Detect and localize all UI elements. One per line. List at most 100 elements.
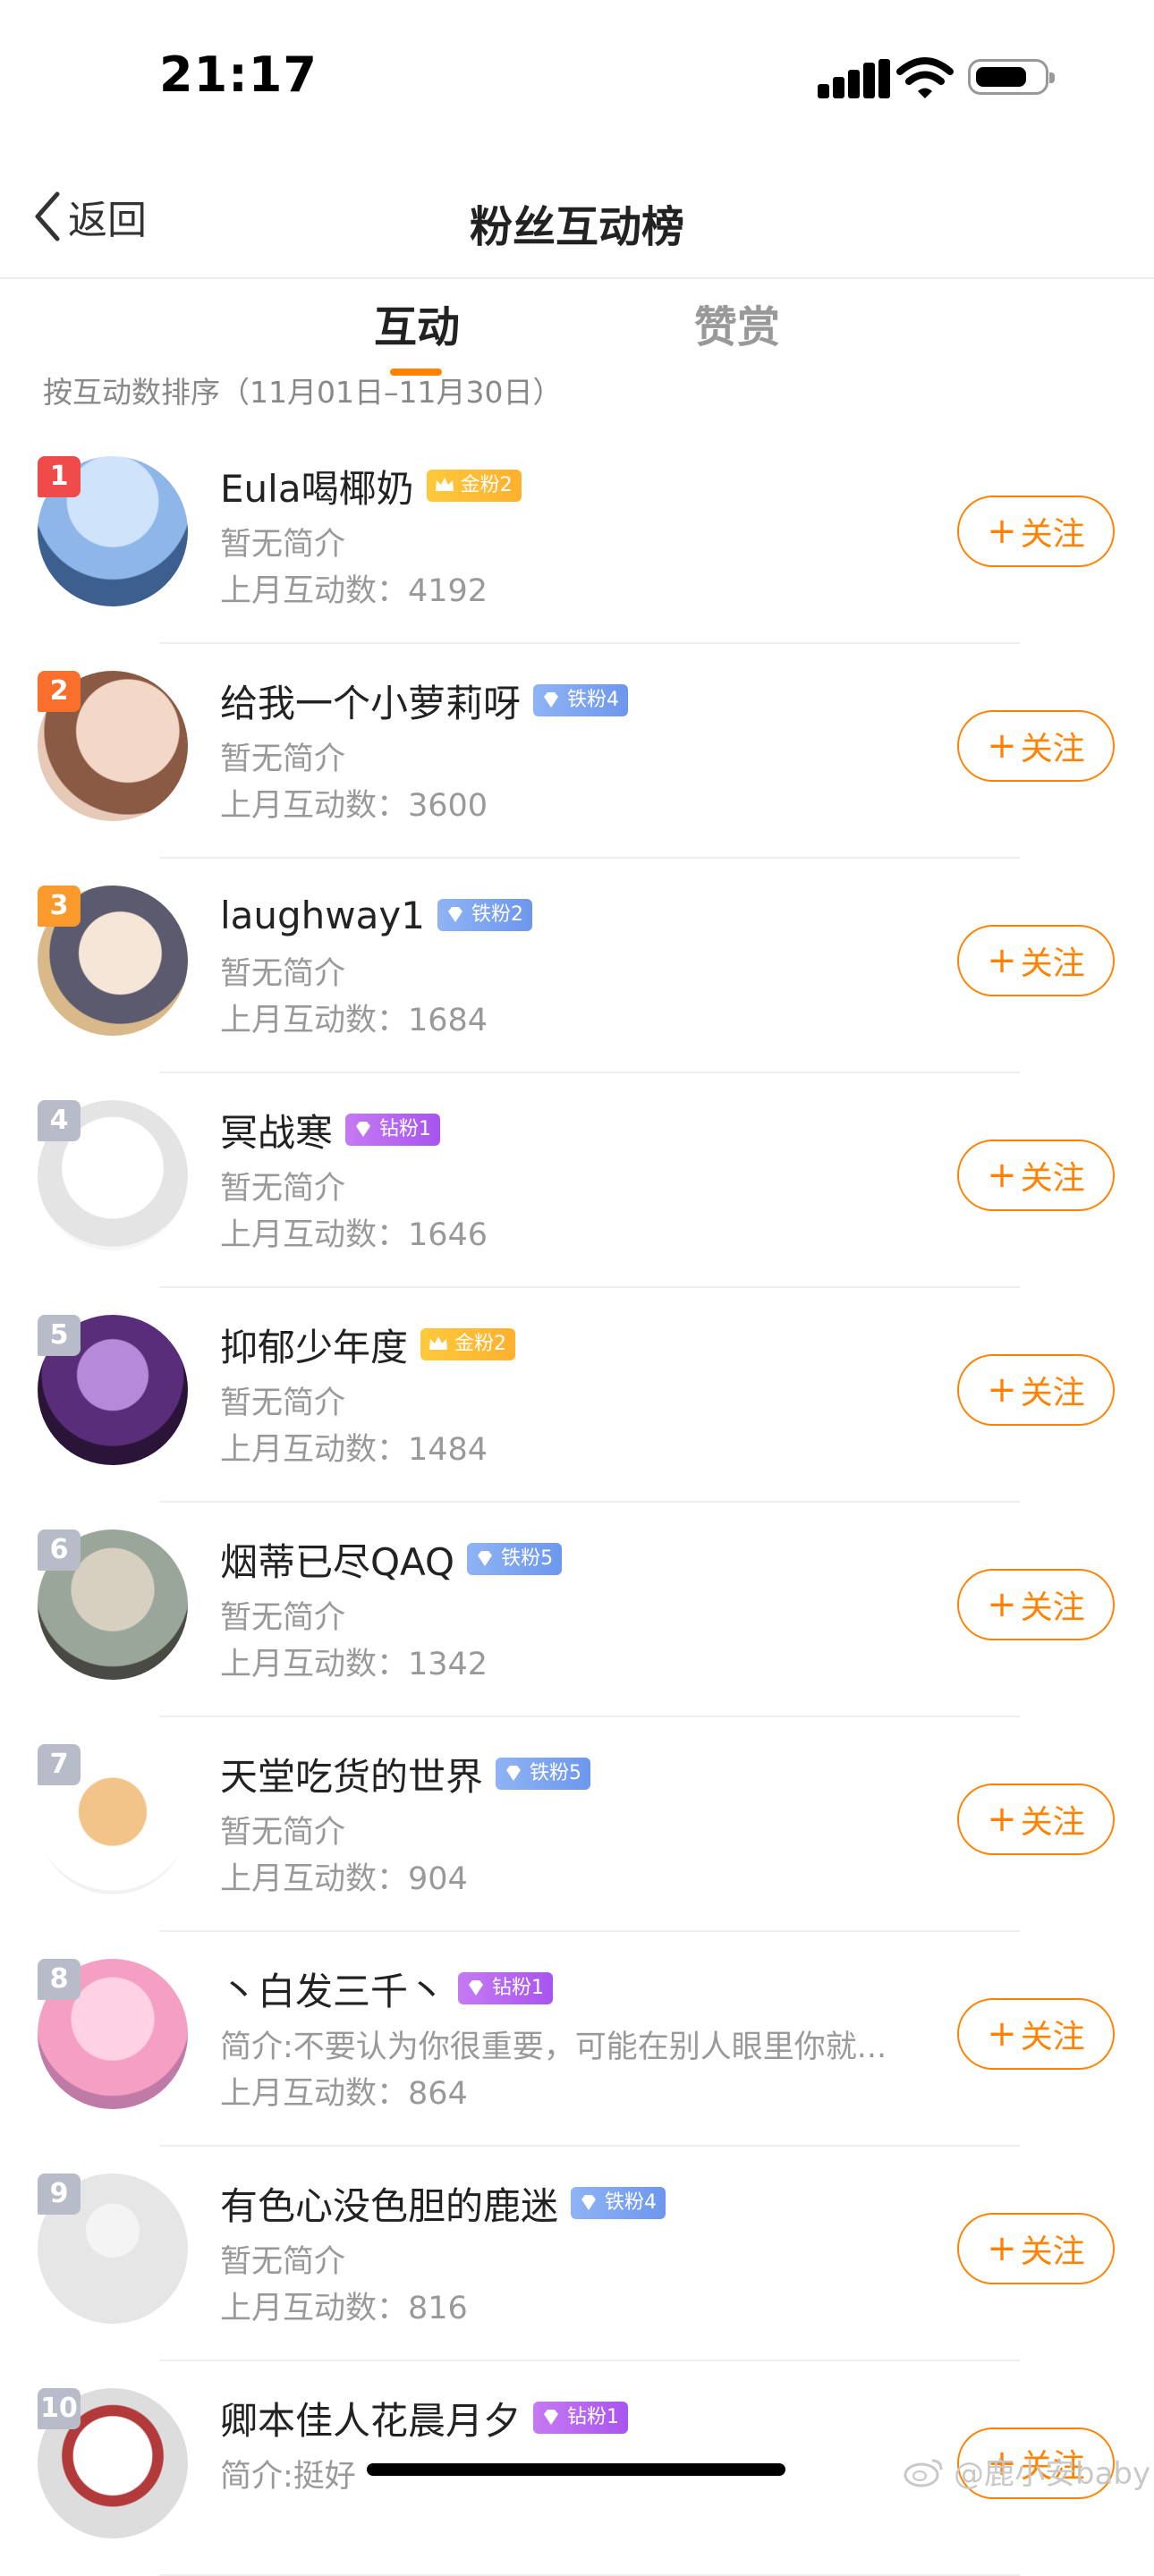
- follow-button[interactable]: + 关注: [957, 2213, 1115, 2284]
- rank-badge: 6: [38, 1530, 81, 1571]
- badge-label: 钻粉1: [567, 2406, 620, 2428]
- plus-icon: +: [987, 725, 1017, 767]
- crown-icon: [435, 478, 454, 491]
- follow-button[interactable]: + 关注: [957, 1140, 1115, 1211]
- fan-level-badge: 铁粉4: [533, 684, 629, 716]
- badge-label: 铁粉4: [605, 2191, 658, 2214]
- fan-name[interactable]: 天堂吃货的世界: [220, 1747, 483, 1801]
- list-item[interactable]: 3 laughway1 铁粉2 暂无简介上月互动数：1684 + 关注: [0, 859, 1154, 1073]
- follow-label: 关注: [1020, 1375, 1085, 1411]
- follow-label: 关注: [1020, 1804, 1085, 1841]
- follow-button[interactable]: + 关注: [957, 710, 1115, 782]
- list-item[interactable]: 4 冥战寒 钻粉1 暂无简介 上月互动数：1646 + 关注: [0, 1073, 1154, 1288]
- diamond-icon: [356, 1122, 371, 1137]
- wifi-icon: [896, 57, 954, 98]
- interaction-count: 上月互动数：1684: [220, 1003, 488, 1038]
- home-indicator[interactable]: [367, 2463, 785, 2476]
- status-bar: 21:17: [0, 0, 1154, 152]
- badge-label: 铁粉5: [530, 1762, 582, 1784]
- follow-button[interactable]: + 关注: [957, 925, 1115, 996]
- fan-name[interactable]: 抑郁少年度: [220, 1318, 408, 1372]
- fan-level-badge: 铁粉4: [571, 2187, 666, 2219]
- diamond-icon: [447, 907, 462, 922]
- interaction-count: 上月互动数：4192: [220, 573, 488, 609]
- fan-level-badge: 钻粉1: [533, 2402, 629, 2434]
- fan-name[interactable]: 丶白发三千丶: [220, 1962, 445, 2016]
- crown-icon: [429, 1336, 448, 1350]
- name-line: Eula喝椰奶 金粉2: [220, 458, 522, 513]
- page-title: 粉丝互动榜: [469, 202, 684, 252]
- fan-level-badge: 钻粉1: [345, 1114, 441, 1146]
- plus-icon: +: [987, 940, 1017, 981]
- fan-name[interactable]: 冥战寒: [220, 1103, 333, 1157]
- diamond-icon: [506, 1766, 522, 1781]
- list-item[interactable]: 2 给我一个小萝莉呀 铁粉4 暂无简介 上月互动数：3600 + 关注: [0, 644, 1154, 859]
- follow-button[interactable]: + 关注: [957, 1998, 1115, 2070]
- list-item[interactable]: 5 抑郁少年度 金粉2 暂无简介 上月互动数：1484 + 关注: [0, 1288, 1154, 1503]
- follow-label: 关注: [1020, 2019, 1085, 2055]
- navigation-bar: 返回 粉丝互动榜: [0, 152, 1154, 279]
- badge-label: 铁粉5: [501, 1547, 554, 1570]
- tab-bar: 互动 赞赏: [0, 279, 1154, 377]
- fan-name[interactable]: 卿本佳人花晨月夕: [220, 2391, 521, 2445]
- fan-bio: 暂无简介: [220, 956, 346, 992]
- fan-name[interactable]: 烟蒂已尽QAQ: [220, 1532, 454, 1587]
- name-line: laughway1 铁粉2: [220, 887, 532, 943]
- name-line: 烟蒂已尽QAQ 铁粉5: [220, 1531, 563, 1587]
- name-line: 天堂吃货的世界 铁粉5: [220, 1746, 591, 1801]
- battery-icon: [968, 59, 1055, 95]
- fan-name[interactable]: Eula喝椰奶: [220, 459, 414, 513]
- badge-label: 金粉2: [460, 474, 513, 496]
- badge-label: 铁粉2: [471, 903, 523, 926]
- interaction-count: 上月互动数：1342: [220, 1647, 488, 1682]
- plus-icon: +: [987, 1584, 1017, 1625]
- follow-button[interactable]: + 关注: [957, 1569, 1115, 1640]
- rank-badge: 2: [38, 671, 81, 712]
- name-line: 有色心没色胆的鹿迷 铁粉4: [220, 2175, 666, 2231]
- plus-icon: +: [987, 1155, 1017, 1196]
- follow-label: 关注: [1020, 2233, 1085, 2270]
- fan-level-badge: 铁粉5: [467, 1543, 563, 1575]
- name-line: 丶白发三千丶 钻粉1: [220, 1961, 554, 2016]
- name-line: 冥战寒 钻粉1: [220, 1102, 441, 1157]
- watermark-text: @鹿小安baby: [954, 2456, 1151, 2492]
- fan-bio: 暂无简介: [220, 1385, 346, 1421]
- diamond-icon: [478, 1551, 493, 1566]
- list-item[interactable]: 1 Eula喝椰奶 金粉2 暂无简介 上月互动数：4192 + 关注: [0, 429, 1154, 644]
- interaction-count: 上月互动数：1484: [220, 1432, 488, 1468]
- rank-badge: 10: [38, 2388, 81, 2429]
- list-item[interactable]: 7 天堂吃货的世界 铁粉5 暂无简介 上月互动数：904 + 关注: [0, 1717, 1154, 1932]
- sort-description: 按互动数排序（11月01日–11月30日）: [43, 375, 563, 410]
- follow-label: 关注: [1020, 731, 1085, 767]
- list-item[interactable]: 6 烟蒂已尽QAQ 铁粉5 暂无简介 上月互动数：1342 + 关注: [0, 1503, 1154, 1717]
- plus-icon: +: [987, 2013, 1017, 2055]
- fan-list: 1 Eula喝椰奶 金粉2 暂无简介 上月互动数：4192 + 关注 2 给我一个小萝莉呀 铁粉4…: [0, 429, 1154, 2576]
- follow-button[interactable]: + 关注: [957, 1784, 1115, 1855]
- cellular-signal-icon: [818, 59, 890, 98]
- rank-badge: 5: [38, 1315, 81, 1356]
- rank-badge: 9: [38, 2174, 81, 2215]
- tab-interaction[interactable]: 互动: [374, 292, 460, 354]
- badge-label: 钻粉1: [492, 1977, 545, 1999]
- diamond-icon: [544, 692, 559, 708]
- fan-name[interactable]: laughway1: [220, 894, 425, 937]
- interaction-count: 上月互动数：864: [220, 2076, 468, 2112]
- list-item[interactable]: 8 丶白发三千丶 钻粉1 简介:不要认为你很重要，可能在别人眼里你就... 上月互动数：…: [0, 1932, 1154, 2147]
- fan-name[interactable]: 给我一个小萝莉呀: [220, 674, 521, 728]
- weibo-logo-icon: [904, 2459, 943, 2487]
- list-item[interactable]: 9 有色心没色胆的鹿迷 铁粉4 暂无简介 上月互动数：816 + 关注: [0, 2147, 1154, 2361]
- fan-level-badge: 铁粉5: [496, 1758, 591, 1790]
- plus-icon: +: [987, 1369, 1017, 1411]
- follow-button[interactable]: + 关注: [957, 1354, 1115, 1426]
- rank-badge: 3: [38, 886, 81, 927]
- fan-name[interactable]: 有色心没色胆的鹿迷: [220, 2176, 558, 2231]
- fan-bio: 暂无简介: [220, 1815, 346, 1851]
- badge-label: 钻粉1: [379, 1118, 432, 1140]
- name-line: 卿本佳人花晨月夕 钻粉1: [220, 2390, 629, 2445]
- tab-reward[interactable]: 赞赏: [694, 292, 780, 354]
- follow-button[interactable]: + 关注: [957, 496, 1115, 567]
- follow-label: 关注: [1020, 945, 1085, 982]
- fan-bio: 暂无简介: [220, 1171, 346, 1207]
- rank-badge: 7: [38, 1744, 81, 1785]
- interaction-count: 上月互动数：1646: [220, 1217, 488, 1253]
